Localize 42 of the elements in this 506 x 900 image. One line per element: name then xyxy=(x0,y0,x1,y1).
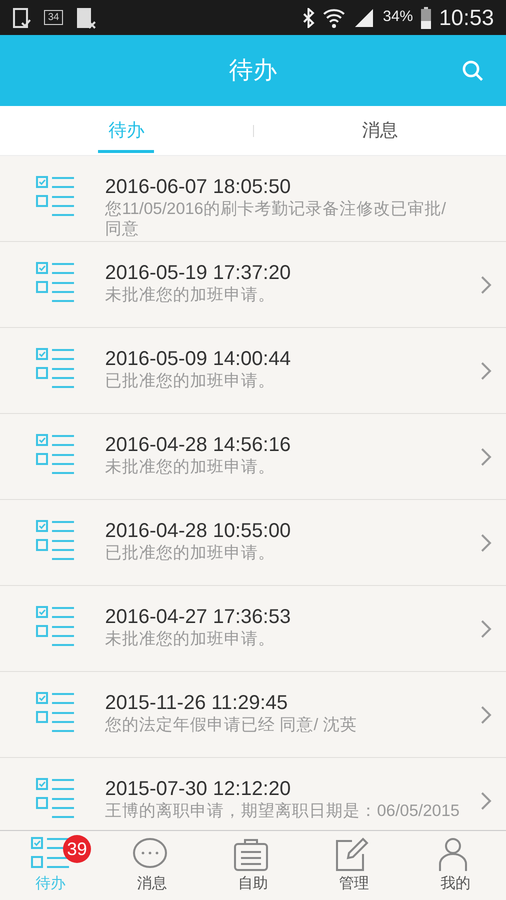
nav-tab[interactable]: 我的 xyxy=(404,831,506,900)
nav-tab[interactable]: 待办 39 xyxy=(0,831,102,900)
item-text: 您11/05/2016的刷卡考勤记录备注修改已审批/同意 xyxy=(105,199,447,239)
item-text: 未批准您的加班申请。 xyxy=(105,629,276,649)
notification-badge: 34 xyxy=(44,10,64,25)
item-time: 2016-04-28 10:55:00 xyxy=(105,519,292,543)
checklist-icon xyxy=(36,692,76,733)
item-text: 王博的离职申请，期望离职日期是：06/05/2015 xyxy=(105,801,461,821)
checklist-icon xyxy=(36,606,76,647)
item-time: 2016-04-27 17:36:53 xyxy=(105,605,292,629)
search-button[interactable] xyxy=(462,60,484,82)
item-time: 2016-04-28 14:56:16 xyxy=(105,433,292,457)
signal-icon xyxy=(352,6,375,28)
battery-icon xyxy=(420,6,431,28)
clock: 10:53 xyxy=(438,4,494,32)
item-time: 2016-06-07 18:05:50 xyxy=(105,175,292,199)
item-text: 您的法定年假申请已经 同意/ 沈英 xyxy=(105,715,358,735)
item-time: 2016-05-09 14:00:44 xyxy=(105,347,292,371)
checklist-icon xyxy=(36,176,76,217)
checklist-icon xyxy=(36,520,76,561)
tab[interactable]: 消息 xyxy=(254,106,506,155)
item-time: 2015-07-30 12:12:20 xyxy=(105,777,292,801)
nav-tab[interactable]: 自助 xyxy=(202,831,304,900)
item-text: 已批准您的加班申请。 xyxy=(105,371,276,391)
item-time: 2016-05-19 17:37:20 xyxy=(105,261,292,285)
checklist-icon xyxy=(36,262,76,303)
item-text: 未批准您的加班申请。 xyxy=(105,457,276,477)
battery-percentage: 34% xyxy=(382,7,413,28)
checklist-icon xyxy=(36,778,76,819)
wifi-icon xyxy=(322,6,345,28)
nav-tab[interactable]: 管理 xyxy=(304,831,405,900)
nav-tab[interactable]: 消息 xyxy=(101,831,202,900)
bluetooth-icon xyxy=(300,8,315,28)
checklist-icon xyxy=(36,348,76,389)
download-done-icon xyxy=(12,6,32,28)
item-text: 已批准您的加班申请。 xyxy=(105,543,276,563)
count-badge: 39 xyxy=(63,835,91,863)
sim-card-icon xyxy=(75,6,98,28)
page-title: 待办 xyxy=(229,56,277,86)
item-text: 未批准您的加班申请。 xyxy=(105,285,276,305)
checklist-icon xyxy=(36,434,76,475)
item-time: 2015-11-26 11:29:45 xyxy=(105,691,289,715)
